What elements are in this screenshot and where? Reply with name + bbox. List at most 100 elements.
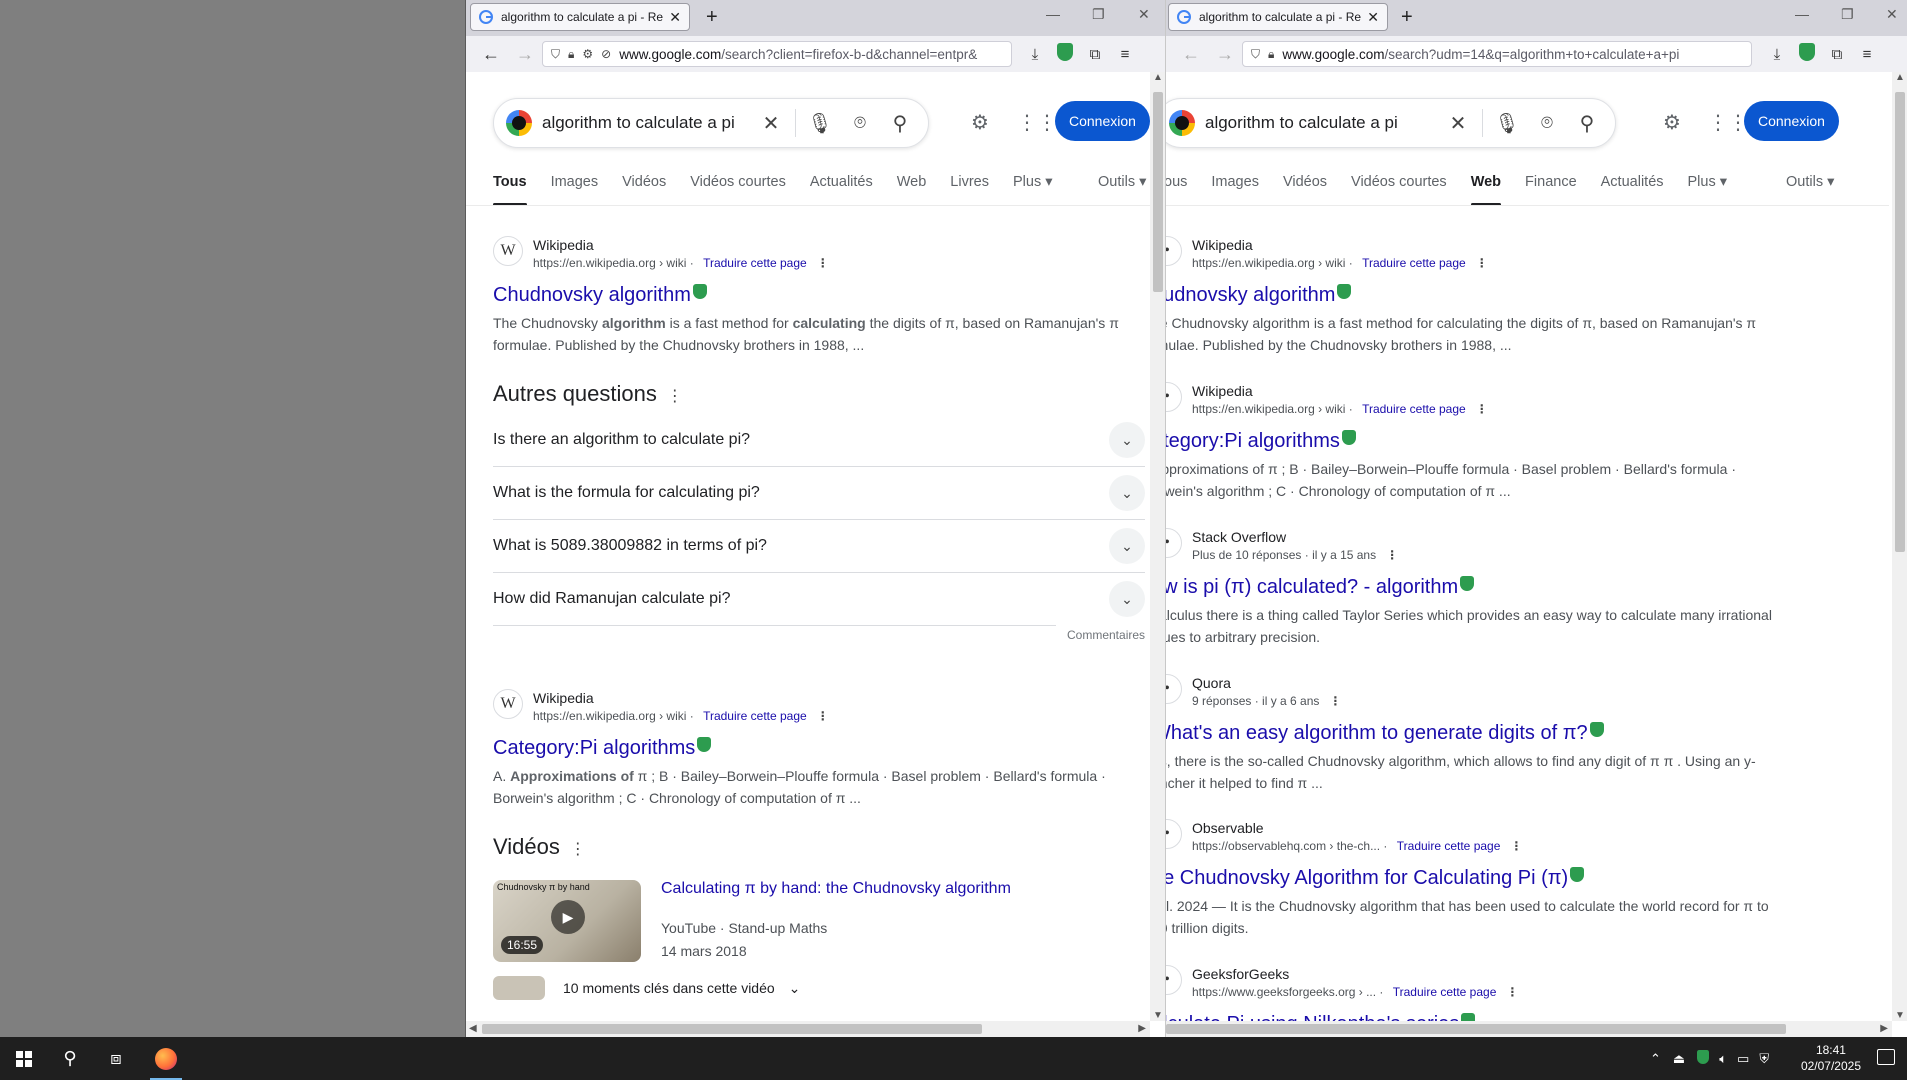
translate-link[interactable]: Traduire cette page	[1362, 402, 1466, 416]
key-moments-toggle[interactable]: 10 moments clés dans cette vidéo ⌄	[493, 976, 800, 1000]
chevron-down-icon[interactable]: ⌄	[1109, 581, 1145, 617]
tab-more[interactable]: Plus ▾	[1013, 174, 1053, 206]
close-window-icon[interactable]: ✕	[1138, 6, 1150, 23]
more-options-icon[interactable]: ⋮	[667, 388, 683, 405]
tab-videos[interactable]: Vidéos	[1283, 174, 1327, 206]
menu-icon[interactable]: ≡	[1852, 46, 1882, 63]
scroll-up-icon[interactable]: ▲	[1895, 72, 1905, 83]
close-window-icon[interactable]: ✕	[1886, 6, 1898, 23]
tab-short-videos[interactable]: Vidéos courtes	[1351, 174, 1447, 206]
video-thumbnail[interactable]: Chudnovsky π by hand ▶ 16:55	[493, 880, 641, 962]
search-box[interactable]: algorithm to calculate a pi ✕ 🎙︎ ⌾ ⚲	[1166, 98, 1616, 148]
tab-all[interactable]: Tous	[493, 174, 527, 206]
result-title-link[interactable]: Category:Pi algorithms	[493, 737, 695, 759]
tab-books[interactable]: Livres	[950, 174, 989, 206]
search-input[interactable]: algorithm to calculate a pi	[542, 113, 751, 133]
vertical-scrollbar[interactable]: ▲ ▼	[1150, 72, 1165, 1021]
search-icon[interactable]: ⚲	[880, 111, 920, 136]
volume-icon[interactable]: 🔈︎	[1719, 1051, 1727, 1067]
tools-button[interactable]: Outils ▾	[1786, 174, 1834, 190]
result-title-link[interactable]: What's an easy algorithm to generate dig…	[1166, 722, 1588, 744]
url-bar[interactable]: ⛉ 🔒︎ ⚙ ⊘ www.google.com/search?client=fi…	[542, 41, 1012, 67]
paa-question[interactable]: Is there an algorithm to calculate pi? ⌄	[493, 414, 1145, 467]
translate-link[interactable]: Traduire cette page	[1397, 839, 1501, 853]
scrollbar-thumb[interactable]	[1166, 1024, 1786, 1034]
more-options-icon[interactable]: ⋮	[1476, 402, 1488, 416]
more-options-icon[interactable]: ⋮	[1386, 548, 1398, 562]
chevron-down-icon[interactable]: ⌄	[1109, 528, 1145, 564]
signin-button[interactable]: Connexion	[1055, 101, 1150, 141]
more-options-icon[interactable]: ⋮	[1506, 985, 1518, 999]
scroll-left-icon[interactable]: ◀	[469, 1023, 477, 1034]
clear-search-icon[interactable]: ✕	[1438, 111, 1478, 136]
signin-button[interactable]: Connexion	[1744, 101, 1839, 141]
tools-button[interactable]: Outils ▾	[1098, 174, 1146, 190]
more-options-icon[interactable]: ⋮	[570, 841, 586, 858]
translate-link[interactable]: Traduire cette page	[703, 256, 807, 270]
horizontal-scrollbar[interactable]: ◀ ▶	[466, 1021, 1150, 1037]
scrollbar-thumb[interactable]	[1153, 92, 1163, 292]
result-title-link[interactable]: ow is pi (π) calculated? - algorithm	[1166, 576, 1458, 598]
clear-search-icon[interactable]: ✕	[751, 111, 791, 136]
tab-more[interactable]: Plus ▾	[1688, 174, 1728, 206]
translate-link[interactable]: Traduire cette page	[703, 709, 807, 723]
usb-icon[interactable]: ⏏	[1673, 1051, 1685, 1067]
minimize-icon[interactable]: —	[1795, 6, 1809, 22]
result-title-link[interactable]: he Chudnovsky Algorithm for Calculating …	[1166, 867, 1568, 889]
notifications-icon[interactable]	[1877, 1049, 1895, 1065]
task-view-icon[interactable]: ⧈	[92, 1037, 140, 1080]
tab-news[interactable]: Actualités	[1601, 174, 1664, 206]
chevron-down-icon[interactable]: ⌄	[789, 980, 801, 997]
more-options-icon[interactable]: ⋮	[817, 256, 829, 270]
search-input[interactable]: algorithm to calculate a pi	[1205, 113, 1438, 133]
chevron-down-icon[interactable]: ⌄	[1109, 422, 1145, 458]
tab-finance[interactable]: Finance	[1525, 174, 1577, 206]
translate-link[interactable]: Traduire cette page	[1393, 985, 1497, 999]
download-icon[interactable]: ⤓	[1020, 46, 1050, 63]
scroll-right-icon[interactable]: ▶	[1138, 1023, 1146, 1034]
maximize-icon[interactable]: ❐	[1841, 6, 1854, 23]
video-title-link[interactable]: Calculating π by hand: the Chudnovsky al…	[661, 880, 1011, 898]
close-tab-icon[interactable]: ✕	[669, 9, 681, 26]
extensions-puzzle-icon[interactable]: ⧉	[1080, 46, 1110, 63]
microphone-icon[interactable]: 🎙︎	[1487, 111, 1527, 136]
clock[interactable]: 18:41 02/07/2025	[1801, 1042, 1861, 1074]
network-icon[interactable]: ▭	[1737, 1051, 1749, 1067]
close-tab-icon[interactable]: ✕	[1367, 9, 1379, 26]
extension-shield-icon[interactable]	[1050, 43, 1080, 65]
browser-tab[interactable]: algorithm to calculate a pi - Rec ✕	[470, 3, 690, 31]
download-icon[interactable]: ⤓	[1762, 46, 1792, 63]
menu-icon[interactable]: ≡	[1110, 46, 1140, 63]
chevron-up-icon[interactable]: ⌃	[1650, 1051, 1661, 1067]
new-tab-icon[interactable]: +	[706, 6, 718, 29]
tab-images[interactable]: Images	[1211, 174, 1259, 206]
maximize-icon[interactable]: ❐	[1092, 6, 1105, 23]
security-shield-icon[interactable]	[1697, 1050, 1710, 1067]
tab-videos[interactable]: Vidéos	[622, 174, 666, 206]
lens-camera-icon[interactable]: ⌾	[840, 112, 880, 135]
scroll-up-icon[interactable]: ▲	[1153, 72, 1163, 83]
scrollbar-thumb[interactable]	[1895, 92, 1905, 552]
microphone-icon[interactable]: 🎙︎	[800, 111, 840, 136]
tab-web[interactable]: Web	[897, 174, 927, 206]
url-bar[interactable]: ⛉ 🔒︎ www.google.com/search?udm=14&q=algo…	[1242, 41, 1752, 67]
search-box[interactable]: algorithm to calculate a pi ✕ 🎙︎ ⌾ ⚲	[493, 98, 929, 148]
paa-question[interactable]: What is 5089.38009882 in terms of pi? ⌄	[493, 520, 1145, 573]
more-options-icon[interactable]: ⋮	[1510, 839, 1522, 853]
scroll-down-icon[interactable]: ▼	[1153, 1010, 1163, 1021]
chevron-down-icon[interactable]: ⌄	[1109, 475, 1145, 511]
defender-icon[interactable]: ⛨	[1759, 1051, 1769, 1067]
play-icon[interactable]: ▶	[551, 900, 585, 934]
browser-tab[interactable]: algorithm to calculate a pi - Rec ✕	[1168, 3, 1388, 31]
scrollbar-thumb[interactable]	[482, 1024, 982, 1034]
search-taskbar-icon[interactable]: ⚲	[46, 1037, 94, 1080]
horizontal-scrollbar[interactable]: ▶	[1166, 1021, 1892, 1037]
more-options-icon[interactable]: ⋮	[1329, 694, 1341, 708]
tab-news[interactable]: Actualités	[810, 174, 873, 206]
forward-icon[interactable]: →	[1208, 44, 1242, 65]
lens-camera-icon[interactable]: ⌾	[1527, 112, 1567, 135]
scroll-right-icon[interactable]: ▶	[1880, 1023, 1888, 1034]
back-icon[interactable]: ←	[474, 44, 508, 65]
paa-question[interactable]: What is the formula for calculating pi? ⌄	[493, 467, 1145, 520]
settings-gear-icon[interactable]: ⚙	[971, 110, 989, 135]
